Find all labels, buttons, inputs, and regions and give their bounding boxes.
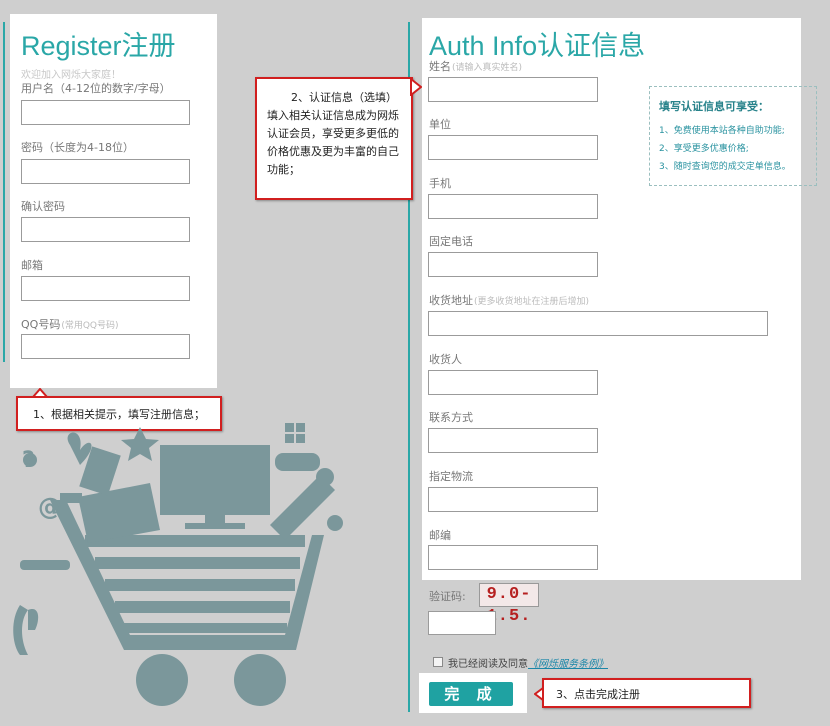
callout-submit-tip-text: 3、点击完成注册 (556, 688, 640, 701)
address-hint: (更多收货地址在注册后增加) (474, 297, 590, 307)
callout-submit-pointer (534, 687, 544, 701)
contact-input[interactable] (428, 428, 598, 453)
benefit-item: 1、免费使用本站各种自助功能; (659, 126, 785, 136)
auth-panel: Auth Info认证信息 姓名(请输入真实姓名) 单位 手机 固定电话 收货地… (422, 18, 817, 580)
phone-label: 固定电话 (429, 235, 473, 248)
register-panel: Register注册 欢迎加入网烁大家庭！ 用户名（4-12位的数字/字母） 密… (10, 14, 217, 388)
password-label: 密码（长度为4-18位） (21, 141, 134, 154)
confirm-password-label: 确认密码 (21, 200, 65, 213)
service-terms-link[interactable]: 《网烁服务条例》 (528, 659, 608, 670)
logistics-label: 指定物流 (429, 470, 473, 483)
callout-auth-tip: 2、认证信息（选填） 填入相关认证信息成为网烁认证会员，享受更多更低的价格优惠及… (255, 77, 413, 200)
agree-checkbox[interactable] (433, 657, 443, 667)
company-label: 单位 (429, 118, 451, 131)
name-input[interactable] (428, 77, 598, 102)
address-label-text: 收货地址 (429, 294, 473, 307)
callout-auth-pointer (410, 78, 422, 96)
agreement-label: 我已经阅读及同意 (448, 659, 528, 670)
submit-button[interactable]: 完 成 (429, 682, 513, 706)
password-input[interactable] (21, 159, 190, 184)
confirm-password-input[interactable] (21, 217, 190, 242)
callout-register-pointer (32, 388, 48, 398)
callout-submit-tip: 3、点击完成注册 (542, 678, 751, 708)
benefits-title: 填写认证信息可享受： (659, 100, 769, 113)
callout-auth-body: 填入相关认证信息成为网烁认证会员，享受更多更低的价格优惠及更为丰富的自己功能； (267, 109, 399, 176)
email-input[interactable] (21, 276, 190, 301)
captcha-image[interactable]: 9.0-1.5. (479, 583, 539, 626)
postcode-input[interactable] (428, 545, 598, 570)
captcha-label: 验证码: (429, 590, 466, 603)
company-input[interactable] (428, 135, 598, 160)
logistics-input[interactable] (428, 487, 598, 512)
address-label: 收货地址(更多收货地址在注册后增加) (429, 292, 589, 308)
name-hint: (请输入真实姓名) (452, 63, 523, 73)
phone-input[interactable] (428, 252, 598, 277)
shopping-cart-illustration: @ ? (13, 423, 343, 706)
receiver-input[interactable] (428, 370, 598, 395)
name-label-text: 姓名 (429, 60, 451, 73)
svg-text:@: @ (38, 493, 62, 521)
address-input[interactable] (428, 311, 768, 336)
register-title: Register注册 (21, 31, 176, 61)
username-input[interactable] (21, 100, 190, 125)
benefit-item: 2、享受更多优惠价格; (659, 144, 749, 154)
name-label: 姓名(请输入真实姓名) (429, 58, 522, 74)
qq-input[interactable] (21, 334, 190, 359)
qq-label-text: QQ号码 (21, 318, 61, 331)
callout-auth-title: 2、认证信息（选填） (291, 91, 397, 104)
mobile-input[interactable] (428, 194, 598, 219)
captcha-input[interactable] (428, 611, 496, 635)
left-divider-line (3, 22, 5, 362)
contact-label: 联系方式 (429, 411, 473, 424)
postcode-label: 邮编 (429, 529, 451, 542)
username-label: 用户名（4-12位的数字/字母） (21, 82, 171, 95)
mobile-label: 手机 (429, 177, 451, 190)
qq-hint: (常用QQ号码) (61, 321, 119, 331)
agreement-text: 我已经阅读及同意《网烁服务条例》 (448, 655, 608, 670)
welcome-text: 欢迎加入网烁大家庭！ (21, 70, 121, 81)
email-label: 邮箱 (21, 259, 43, 272)
qq-label: QQ号码(常用QQ号码) (21, 316, 119, 332)
svg-text:?: ? (22, 448, 35, 473)
benefit-item: 3、随时查询您的成交定单信息。 (659, 162, 791, 172)
receiver-label: 收货人 (429, 353, 462, 366)
